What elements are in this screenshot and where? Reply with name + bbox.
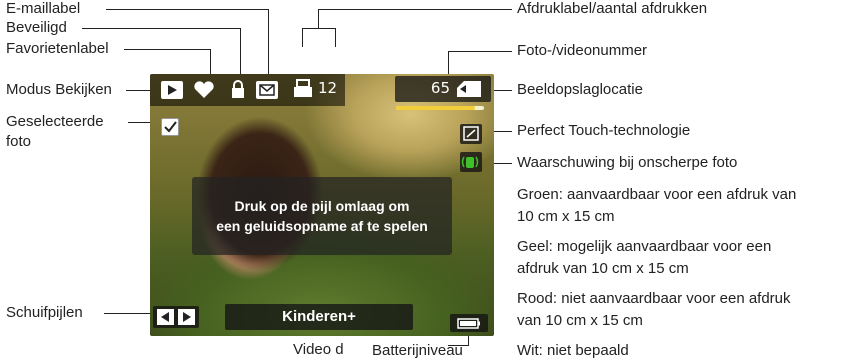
printer-icon [292,79,314,104]
callout-email-label: E-maillabel [6,0,81,17]
playback-progress-track [396,106,484,110]
lock-icon [230,79,246,105]
callout-yellow-line1: Geel: mogelijk aanvaardbaar voor een [517,238,772,255]
callout-green-line2: 10 cm x 15 cm [517,208,615,225]
print-count: 12 [318,79,338,97]
album-label: Kinderen+ [225,304,413,330]
scroll-arrows-icon[interactable] [153,306,199,328]
heart-icon [193,80,215,105]
callout-battery-level: Batterijniveau [372,342,463,359]
playback-progress-fill [396,106,476,110]
callout-protected: Beveiligd [6,19,67,36]
hint-line-1: Druk op de pijl omlaag om [234,198,410,214]
battery-icon [450,314,488,332]
hint-line-2: een geluidsopname af te spelen [216,218,428,234]
callout-print-label: Afdruklabel/aantal afdrukken [517,0,708,17]
leader-favorites [124,49,210,50]
callout-scroll-arrows: Schuifpijlen [6,304,83,321]
shaking-hand-icon [460,152,482,172]
callout-selected-photo-line1: Geselecteerde [6,113,104,130]
play-icon [161,81,183,99]
callout-yellow-line2: afdruk van 10 cm x 15 cm [517,260,689,277]
leader-scroll [104,313,154,314]
callout-favorites-label: Favorietenlabel [6,40,109,57]
leader-protected [82,28,240,29]
memory-card-icon [456,80,482,103]
callout-photo-video-number: Foto-/videonummer [517,42,648,59]
leader-photo-number [448,51,512,52]
callout-storage-location: Beeldopslaglocatie [517,81,643,98]
callout-perfect-touch: Perfect Touch-technologie [517,122,691,139]
callout-selected-photo-line2: foto [6,133,32,150]
callout-red-line2: van 10 cm x 15 cm [517,312,643,329]
callout-view-mode: Modus Bekijken [6,81,112,98]
camera-screen: 12 65 Druk op de pijl omlaag om een gelu… [150,74,494,336]
leader-print-stem [318,9,319,28]
leader-print-bracket-left [302,28,303,47]
callout-red-line1: Rood: niet aanvaardbaar voor een afdruk [517,290,791,307]
leader-email [106,9,268,10]
callout-white: Wit: niet bepaald [517,342,629,359]
perfect-touch-icon [460,124,482,144]
leader-print-bracket-right [335,28,336,47]
photo-number: 65 [430,79,450,97]
leader-email-vertical [268,9,269,83]
callout-green-line1: Groen: aanvaardbaar voor een afdruk van [517,186,797,203]
audio-playback-hint: Druk op de pijl omlaag om een geluidsopn… [192,177,452,255]
callout-video-partial: Video d [293,341,344,358]
checkmark-icon[interactable] [161,118,179,136]
leader-print [318,9,512,10]
callout-blur-warning: Waarschuwing bij onscherpe foto [517,154,738,171]
envelope-icon [256,81,278,99]
leader-print-bracket-top [302,28,336,29]
